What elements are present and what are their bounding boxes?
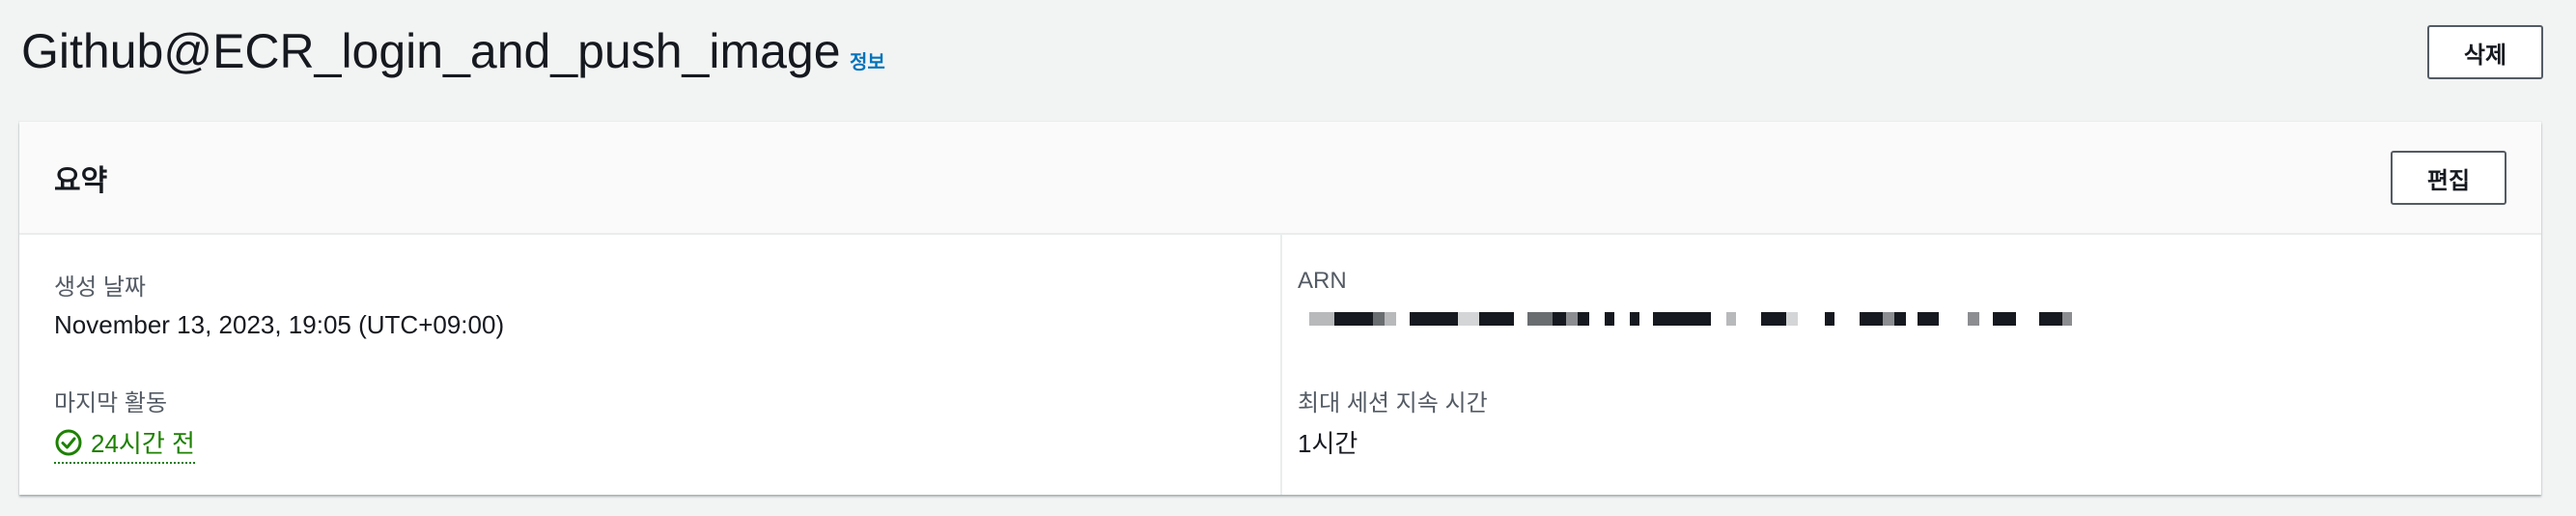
- created-date-label: 생성 날짜: [54, 274, 146, 301]
- last-activity-label: 마지막 활동: [54, 390, 168, 416]
- summary-right-column: ARN 최대 세션 지속 시간 1시간: [1282, 235, 2541, 495]
- delete-button[interactable]: 삭제: [2427, 25, 2543, 79]
- created-date-value: November 13, 2023, 19:05 (UTC+09:00): [54, 310, 505, 339]
- summary-left-column: 생성 날짜 November 13, 2023, 19:05 (UTC+09:0…: [19, 235, 1282, 495]
- last-activity-value: 24시간 전: [91, 429, 195, 458]
- summary-title: 요약: [54, 165, 108, 197]
- arn-label: ARN: [1298, 268, 1347, 294]
- page-header: Github@ECR_login_and_push_image 정보 삭제: [21, 17, 2543, 95]
- page-title: Github@ECR_login_and_push_image: [21, 24, 841, 78]
- max-session-value: 1시간: [1298, 429, 1358, 458]
- summary-card-header: 요약 편집: [19, 122, 2541, 235]
- check-circle-icon: [55, 429, 82, 455]
- edit-button[interactable]: 편집: [2391, 151, 2506, 205]
- summary-card: 요약 편집 생성 날짜 November 13, 2023, 19:05 (UT…: [19, 122, 2541, 495]
- max-session-label: 최대 세션 지속 시간: [1298, 390, 1488, 416]
- info-link[interactable]: 정보: [850, 46, 885, 74]
- last-activity-status[interactable]: 24시간 전: [54, 424, 195, 464]
- arn-value-redacted: [1309, 312, 2072, 326]
